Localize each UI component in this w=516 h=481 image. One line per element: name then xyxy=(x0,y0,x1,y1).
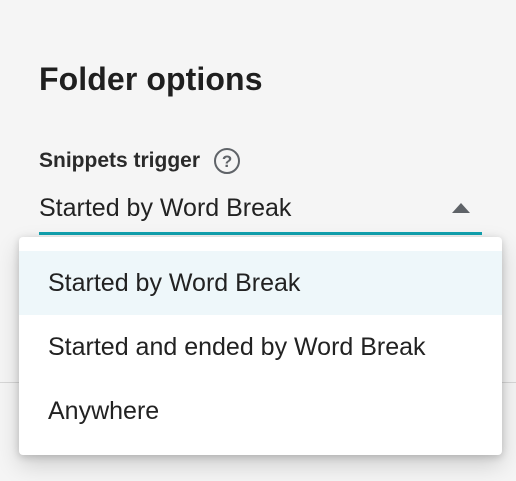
snippets-trigger-label-row: Snippets trigger ? xyxy=(39,145,241,177)
help-icon[interactable]: ? xyxy=(214,148,241,174)
dropdown-option-anywhere[interactable]: Anywhere xyxy=(19,379,502,443)
select-underline xyxy=(39,232,482,235)
page-title: Folder options xyxy=(39,61,263,97)
snippets-trigger-dropdown-menu: Started by Word Break Started and ended … xyxy=(19,237,502,455)
dropdown-arrow-icon[interactable] xyxy=(452,203,470,213)
snippets-trigger-label: Snippets trigger xyxy=(39,149,201,172)
dropdown-option-started-and-ended-by-word-break[interactable]: Started and ended by Word Break xyxy=(19,315,502,379)
snippets-trigger-select-value[interactable]: Started by Word Break xyxy=(39,190,291,226)
dropdown-option-started-by-word-break[interactable]: Started by Word Break xyxy=(19,251,502,315)
folder-options-panel: Folder options Snippets trigger ? Starte… xyxy=(0,0,516,481)
